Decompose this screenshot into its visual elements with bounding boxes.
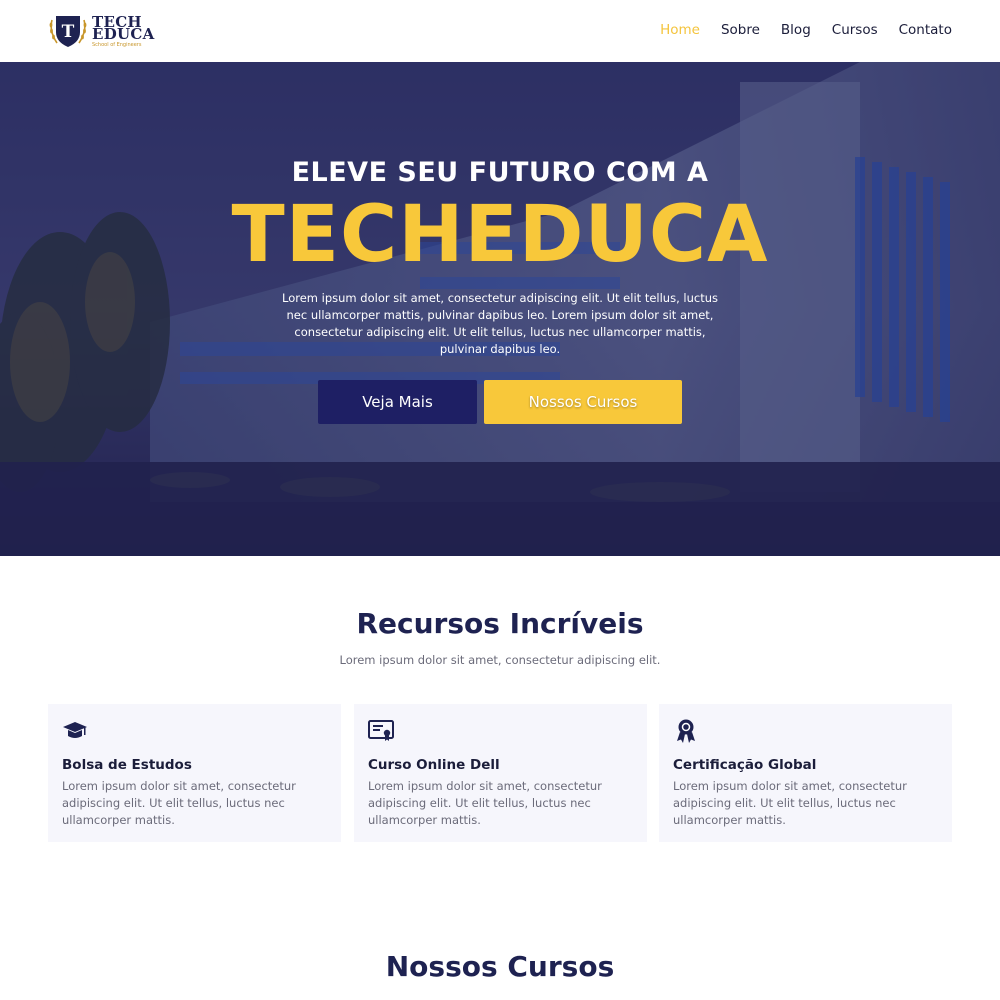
hero-description: Lorem ipsum dolor sit amet, consectetur … — [282, 291, 718, 356]
feature-card-bolsa: Bolsa de Estudos Lorem ipsum dolor sit a… — [48, 704, 341, 842]
award-ribbon-icon — [677, 719, 695, 743]
feature-card-title: Bolsa de Estudos — [62, 757, 192, 773]
nav-home[interactable]: Home — [660, 22, 700, 38]
feature-card-title: Certificação Global — [673, 757, 817, 773]
hero-title: TECHEDUCA — [231, 190, 769, 280]
hero-subtitle: ELEVE SEU FUTURO COM A — [291, 157, 709, 188]
feature-card-text: Lorem ipsum dolor sit amet, consectetur … — [673, 779, 907, 827]
nossos-cursos-button[interactable]: Nossos Cursos — [484, 380, 682, 424]
logo[interactable]: T TECH EDUCA School of Engineers — [48, 13, 154, 49]
site-header: T TECH EDUCA School of Engineers Home So… — [0, 0, 1000, 62]
nav-sobre[interactable]: Sobre — [721, 22, 760, 38]
logo-tagline: School of Engineers — [92, 42, 142, 48]
main-nav: Home Sobre Blog Cursos Contato — [660, 22, 952, 38]
hero-section: ELEVE SEU FUTURO COM A TECHEDUCA Lorem i… — [0, 62, 1000, 556]
nav-cursos[interactable]: Cursos — [832, 22, 878, 38]
feature-card-text: Lorem ipsum dolor sit amet, consectetur … — [368, 779, 602, 827]
feature-card-curso-online: Curso Online Dell Lorem ipsum dolor sit … — [354, 704, 647, 842]
nav-contato[interactable]: Contato — [899, 22, 952, 38]
svg-text:T: T — [62, 22, 75, 42]
certificate-icon — [368, 720, 394, 741]
veja-mais-button[interactable]: Veja Mais — [318, 380, 477, 424]
features-subtitle: Lorem ipsum dolor sit amet, consectetur … — [339, 653, 661, 667]
courses-title: Nossos Cursos — [385, 950, 615, 983]
nav-blog[interactable]: Blog — [781, 22, 811, 38]
feature-card-text: Lorem ipsum dolor sit amet, consectetur … — [62, 779, 296, 827]
feature-card-title: Curso Online Dell — [368, 757, 500, 773]
feature-card-certificacao: Certificação Global Lorem ipsum dolor si… — [659, 704, 952, 842]
graduation-cap-icon — [63, 722, 87, 738]
shield-logo-icon: T — [49, 16, 87, 47]
features-title: Recursos Incríveis — [356, 607, 644, 640]
features-cards: Bolsa de Estudos Lorem ipsum dolor sit a… — [48, 704, 952, 842]
logo-text-line2: EDUCA — [92, 25, 155, 43]
